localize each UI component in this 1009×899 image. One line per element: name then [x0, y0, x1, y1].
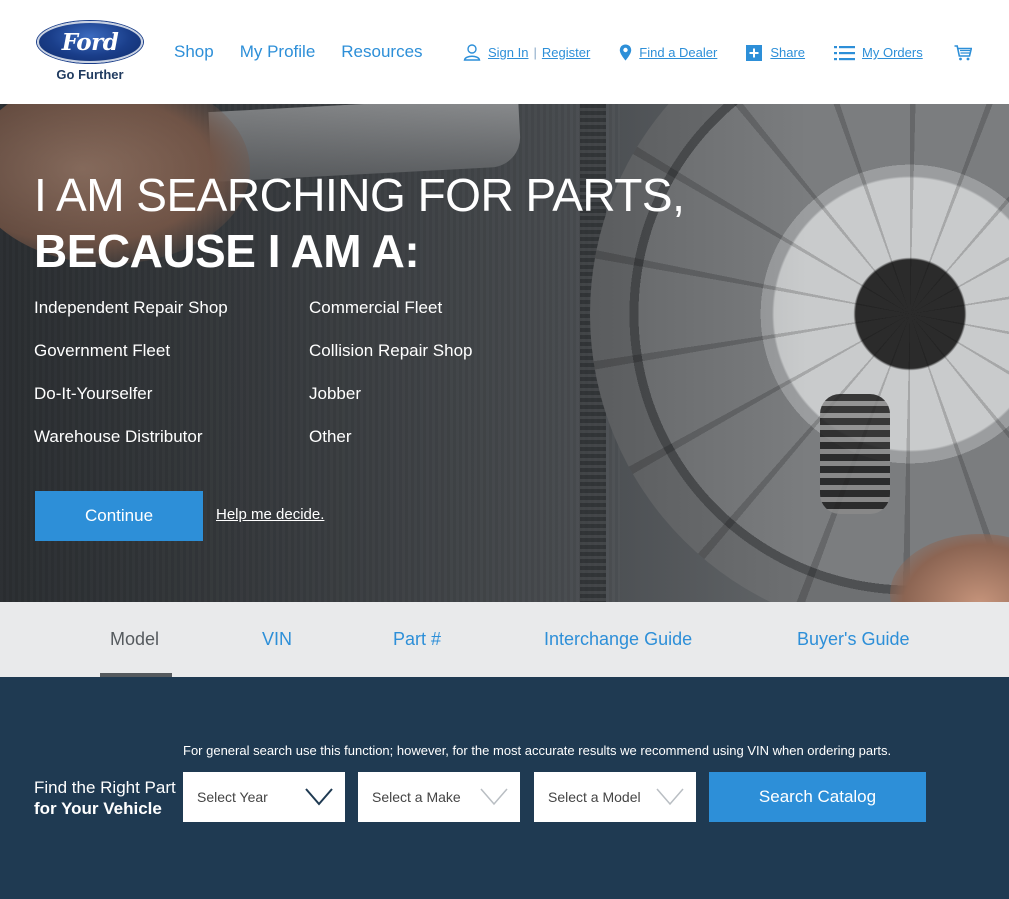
- hero-banner: I AM SEARCHING FOR PARTS, BECAUSE I AM A…: [0, 104, 1009, 602]
- user-icon[interactable]: [463, 44, 481, 61]
- role-other[interactable]: Other: [309, 427, 584, 448]
- nav-resources[interactable]: Resources: [341, 42, 422, 62]
- find-part-label-line1: Find the Right Part: [34, 778, 176, 797]
- tab-part-number[interactable]: Part #: [393, 629, 441, 650]
- list-icon[interactable]: [834, 45, 856, 61]
- search-tabs: Model VIN Part # Interchange Guide Buyer…: [0, 602, 1009, 677]
- search-catalog-button[interactable]: Search Catalog: [709, 772, 926, 822]
- site-header: Ford Go Further Shop My Profile Resource…: [0, 0, 1009, 104]
- nav-shop[interactable]: Shop: [174, 42, 214, 62]
- search-note: For general search use this function; ho…: [183, 743, 892, 758]
- plus-share-icon[interactable]: [746, 44, 763, 61]
- select-year-value: Select Year: [197, 789, 268, 805]
- chevron-down-icon: [480, 788, 508, 806]
- chevron-down-icon: [305, 788, 333, 806]
- hero-subheadline: BECAUSE I AM A:: [34, 225, 420, 277]
- hero-headline: I AM SEARCHING FOR PARTS,: [34, 169, 685, 221]
- continue-button[interactable]: Continue: [35, 491, 203, 541]
- tab-model[interactable]: Model: [110, 629, 159, 650]
- cart-icon[interactable]: [954, 44, 972, 61]
- my-orders-link[interactable]: My Orders: [862, 45, 923, 60]
- tagline: Go Further: [56, 67, 124, 82]
- select-model-value: Select a Model: [548, 789, 641, 805]
- logo-text: Ford: [61, 28, 119, 56]
- role-warehouse-distributor[interactable]: Warehouse Distributor: [34, 427, 309, 448]
- role-do-it-yourselfer[interactable]: Do-It-Yourselfer: [34, 384, 309, 405]
- help-me-decide-link[interactable]: Help me decide.: [216, 506, 324, 523]
- role-independent-repair-shop[interactable]: Independent Repair Shop: [34, 298, 309, 319]
- role-government-fleet[interactable]: Government Fleet: [34, 341, 309, 362]
- role-collision-repair-shop[interactable]: Collision Repair Shop: [309, 341, 584, 362]
- main-nav: Shop My Profile Resources: [174, 42, 423, 62]
- find-part-label: Find the Right Part for Your Vehicle: [34, 777, 176, 819]
- vehicle-search-panel: For general search use this function; ho…: [0, 677, 1009, 899]
- role-jobber[interactable]: Jobber: [309, 384, 584, 405]
- hero-content: I AM SEARCHING FOR PARTS, BECAUSE I AM A…: [34, 104, 734, 602]
- role-commercial-fleet[interactable]: Commercial Fleet: [309, 298, 584, 319]
- select-year-dropdown[interactable]: Select Year: [183, 772, 345, 822]
- tab-vin[interactable]: VIN: [262, 629, 292, 650]
- register-link[interactable]: Register: [542, 45, 590, 60]
- select-make-value: Select a Make: [372, 789, 461, 805]
- chevron-down-icon: [656, 788, 684, 806]
- select-make-dropdown[interactable]: Select a Make: [358, 772, 520, 822]
- role-options: Independent Repair Shop Commercial Fleet…: [34, 298, 594, 448]
- find-part-label-line2: for Your Vehicle: [34, 799, 162, 818]
- find-dealer-link[interactable]: Find a Dealer: [639, 45, 717, 60]
- share-link[interactable]: Share: [770, 45, 805, 60]
- ford-oval: Ford: [37, 21, 143, 63]
- nav-my-profile[interactable]: My Profile: [240, 42, 316, 62]
- sign-in-link[interactable]: Sign In: [488, 45, 528, 60]
- tab-buyers-guide[interactable]: Buyer's Guide: [797, 629, 910, 650]
- select-model-dropdown[interactable]: Select a Model: [534, 772, 696, 822]
- ford-logo[interactable]: Ford Go Further: [37, 21, 143, 82]
- separator: |: [533, 45, 537, 60]
- location-pin-icon[interactable]: [619, 44, 632, 61]
- utility-nav: Sign In | Register Find a Dealer Share M…: [463, 44, 972, 61]
- tab-interchange-guide[interactable]: Interchange Guide: [544, 629, 692, 650]
